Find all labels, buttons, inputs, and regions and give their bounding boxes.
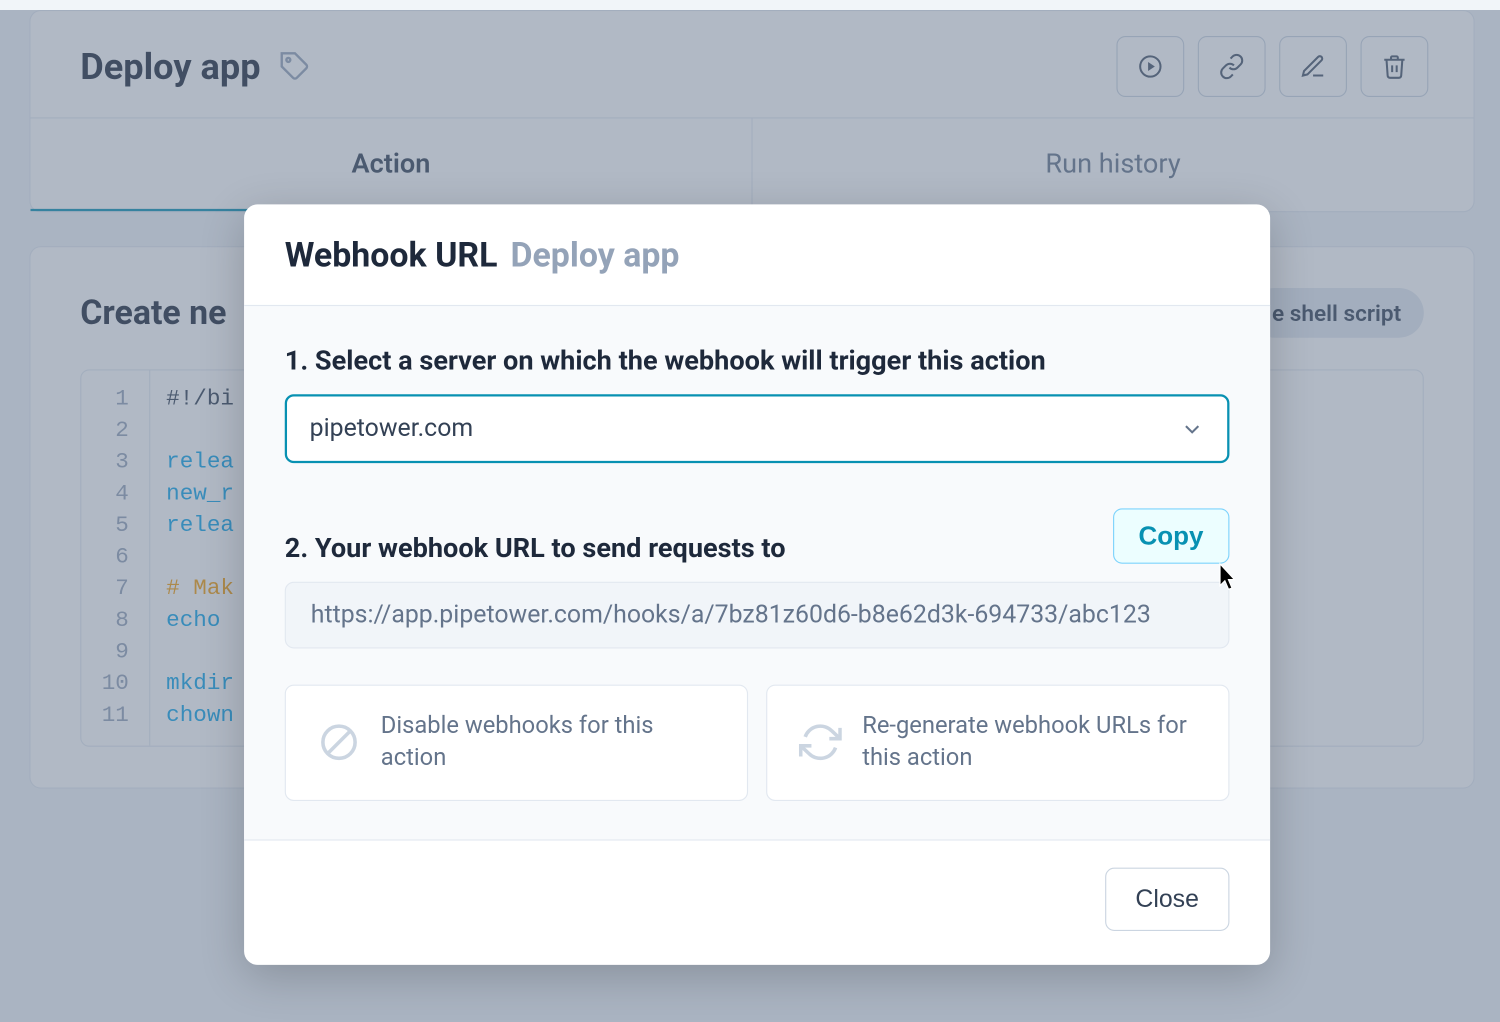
- server-selected-value: pipetower.com: [310, 415, 474, 443]
- server-select[interactable]: pipetower.com: [285, 394, 1230, 463]
- close-button[interactable]: Close: [1105, 867, 1230, 930]
- step1-label: 1. Select a server on which the webhook …: [285, 344, 1230, 376]
- step2-label: 2. Your webhook URL to send requests to: [285, 532, 786, 564]
- regenerate-webhooks-label: Re-generate webhook URLs for this action: [862, 711, 1196, 775]
- chevron-down-icon: [1180, 416, 1205, 441]
- modal-subtitle: Deploy app: [510, 236, 679, 276]
- webhook-url-field[interactable]: https://app.pipetower.com/hooks/a/7bz81z…: [285, 582, 1230, 649]
- webhook-modal: Webhook URL Deploy app 1. Select a serve…: [244, 204, 1270, 964]
- refresh-icon: [799, 721, 842, 764]
- disable-webhooks-button[interactable]: Disable webhooks for this action: [285, 685, 748, 801]
- prohibit-icon: [318, 721, 361, 764]
- modal-title: Webhook URL: [285, 236, 498, 276]
- disable-webhooks-label: Disable webhooks for this action: [381, 711, 715, 775]
- regenerate-webhooks-button[interactable]: Re-generate webhook URLs for this action: [766, 685, 1229, 801]
- copy-button[interactable]: Copy: [1112, 508, 1229, 563]
